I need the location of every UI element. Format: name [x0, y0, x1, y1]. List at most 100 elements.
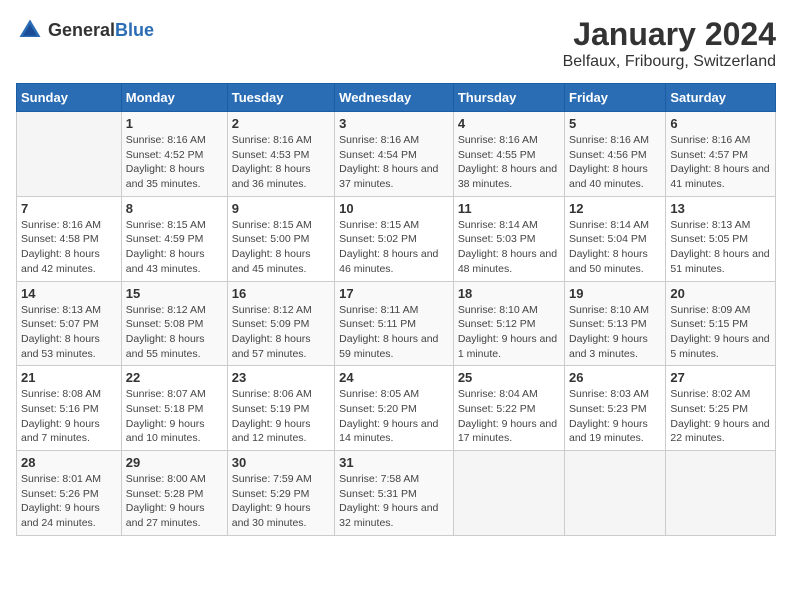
day-info: Sunrise: 8:15 AMSunset: 5:02 PMDaylight:… — [339, 218, 449, 277]
day-info: Sunrise: 8:04 AMSunset: 5:22 PMDaylight:… — [458, 387, 560, 446]
day-info: Sunrise: 8:13 AMSunset: 5:05 PMDaylight:… — [670, 218, 771, 277]
day-number: 12 — [569, 201, 661, 216]
day-info: Sunrise: 8:02 AMSunset: 5:25 PMDaylight:… — [670, 387, 771, 446]
day-number: 20 — [670, 286, 771, 301]
day-info: Sunrise: 8:00 AMSunset: 5:28 PMDaylight:… — [126, 472, 223, 531]
day-cell: 12 Sunrise: 8:14 AMSunset: 5:04 PMDayligh… — [565, 196, 666, 281]
day-cell: 17 Sunrise: 8:11 AMSunset: 5:11 PMDayligh… — [335, 281, 454, 366]
week-row-1: 1 Sunrise: 8:16 AMSunset: 4:52 PMDaylight… — [17, 112, 776, 197]
header-day-wednesday: Wednesday — [335, 84, 454, 112]
day-number: 27 — [670, 370, 771, 385]
day-cell: 4 Sunrise: 8:16 AMSunset: 4:55 PMDaylight… — [453, 112, 564, 197]
day-number: 16 — [232, 286, 330, 301]
day-cell: 30 Sunrise: 7:59 AMSunset: 5:29 PMDayligh… — [227, 451, 334, 536]
day-cell: 5 Sunrise: 8:16 AMSunset: 4:56 PMDaylight… — [565, 112, 666, 197]
day-cell: 16 Sunrise: 8:12 AMSunset: 5:09 PMDayligh… — [227, 281, 334, 366]
day-cell: 2 Sunrise: 8:16 AMSunset: 4:53 PMDaylight… — [227, 112, 334, 197]
day-info: Sunrise: 7:59 AMSunset: 5:29 PMDaylight:… — [232, 472, 330, 531]
day-info: Sunrise: 8:12 AMSunset: 5:09 PMDaylight:… — [232, 303, 330, 362]
day-cell: 26Sunrise: 8:03 AMSunset: 5:23 PMDayligh… — [565, 366, 666, 451]
day-cell: 3Sunrise: 8:16 AMSunset: 4:54 PMDaylight… — [335, 112, 454, 197]
day-cell — [453, 451, 564, 536]
logo: GeneralBlue — [16, 16, 154, 44]
day-number: 28 — [21, 455, 117, 470]
day-number: 24 — [339, 370, 449, 385]
day-number: 31 — [339, 455, 449, 470]
header-row: SundayMondayTuesdayWednesdayThursdayFrid… — [17, 84, 776, 112]
day-cell: 31 Sunrise: 7:58 AMSunset: 5:31 PMDayligh… — [335, 451, 454, 536]
day-number: 5 — [569, 116, 661, 131]
day-info: Sunrise: 8:07 AMSunset: 5:18 PMDaylight:… — [126, 387, 223, 446]
day-cell: 19 Sunrise: 8:10 AMSunset: 5:13 PMDayligh… — [565, 281, 666, 366]
week-row-5: 28 Sunrise: 8:01 AMSunset: 5:26 PMDayligh… — [17, 451, 776, 536]
page-header: GeneralBlue January 2024 Belfaux, Fribou… — [16, 16, 776, 71]
day-info: Sunrise: 8:12 AMSunset: 5:08 PMDaylight:… — [126, 303, 223, 362]
day-info: Sunrise: 8:16 AMSunset: 4:55 PMDaylight:… — [458, 133, 560, 192]
day-info: Sunrise: 8:05 AMSunset: 5:20 PMDaylight:… — [339, 387, 449, 446]
day-number: 21 — [21, 370, 117, 385]
day-info: Sunrise: 8:16 AMSunset: 4:53 PMDaylight:… — [232, 133, 330, 192]
day-number: 2 — [232, 116, 330, 131]
day-info: Sunrise: 8:08 AMSunset: 5:16 PMDaylight:… — [21, 387, 117, 446]
day-number: 30 — [232, 455, 330, 470]
day-cell: 1 Sunrise: 8:16 AMSunset: 4:52 PMDaylight… — [121, 112, 227, 197]
week-row-2: 7 Sunrise: 8:16 AMSunset: 4:58 PMDaylight… — [17, 196, 776, 281]
header-day-friday: Friday — [565, 84, 666, 112]
day-cell: 11Sunrise: 8:14 AMSunset: 5:03 PMDayligh… — [453, 196, 564, 281]
day-info: Sunrise: 8:10 AMSunset: 5:13 PMDaylight:… — [569, 303, 661, 362]
day-info: Sunrise: 8:16 AMSunset: 4:52 PMDaylight:… — [126, 133, 223, 192]
day-number: 17 — [339, 286, 449, 301]
day-info: Sunrise: 8:16 AMSunset: 4:58 PMDaylight:… — [21, 218, 117, 277]
day-cell: 20Sunrise: 8:09 AMSunset: 5:15 PMDayligh… — [666, 281, 776, 366]
day-cell — [666, 451, 776, 536]
calendar-table: SundayMondayTuesdayWednesdayThursdayFrid… — [16, 83, 776, 536]
day-cell: 8 Sunrise: 8:15 AMSunset: 4:59 PMDaylight… — [121, 196, 227, 281]
day-cell: 25Sunrise: 8:04 AMSunset: 5:22 PMDayligh… — [453, 366, 564, 451]
day-cell: 7 Sunrise: 8:16 AMSunset: 4:58 PMDaylight… — [17, 196, 122, 281]
day-cell: 29Sunrise: 8:00 AMSunset: 5:28 PMDayligh… — [121, 451, 227, 536]
day-info: Sunrise: 8:06 AMSunset: 5:19 PMDaylight:… — [232, 387, 330, 446]
day-cell — [17, 112, 122, 197]
day-info: Sunrise: 8:14 AMSunset: 5:04 PMDaylight:… — [569, 218, 661, 277]
day-cell: 28 Sunrise: 8:01 AMSunset: 5:26 PMDayligh… — [17, 451, 122, 536]
day-info: Sunrise: 8:01 AMSunset: 5:26 PMDaylight:… — [21, 472, 117, 531]
day-info: Sunrise: 7:58 AMSunset: 5:31 PMDaylight:… — [339, 472, 449, 531]
header-day-saturday: Saturday — [666, 84, 776, 112]
day-info: Sunrise: 8:10 AMSunset: 5:12 PMDaylight:… — [458, 303, 560, 362]
day-cell: 6Sunrise: 8:16 AMSunset: 4:57 PMDaylight… — [666, 112, 776, 197]
header-day-sunday: Sunday — [17, 84, 122, 112]
day-number: 10 — [339, 201, 449, 216]
day-cell: 15 Sunrise: 8:12 AMSunset: 5:08 PMDayligh… — [121, 281, 227, 366]
day-number: 8 — [126, 201, 223, 216]
calendar-title: January 2024 — [563, 16, 776, 53]
logo-icon — [16, 16, 44, 44]
day-number: 14 — [21, 286, 117, 301]
title-block: January 2024 Belfaux, Fribourg, Switzerl… — [563, 16, 776, 71]
day-cell: 14 Sunrise: 8:13 AMSunset: 5:07 PMDayligh… — [17, 281, 122, 366]
day-number: 18 — [458, 286, 560, 301]
day-cell: 22Sunrise: 8:07 AMSunset: 5:18 PMDayligh… — [121, 366, 227, 451]
calendar-subtitle: Belfaux, Fribourg, Switzerland — [563, 53, 776, 71]
day-number: 19 — [569, 286, 661, 301]
day-cell — [565, 451, 666, 536]
week-row-4: 21 Sunrise: 8:08 AMSunset: 5:16 PMDayligh… — [17, 366, 776, 451]
logo-text: GeneralBlue — [48, 20, 154, 41]
day-cell: 27 Sunrise: 8:02 AMSunset: 5:25 PMDayligh… — [666, 366, 776, 451]
header-day-thursday: Thursday — [453, 84, 564, 112]
day-number: 4 — [458, 116, 560, 131]
logo-general: General — [48, 20, 115, 40]
day-info: Sunrise: 8:13 AMSunset: 5:07 PMDaylight:… — [21, 303, 117, 362]
day-cell: 21 Sunrise: 8:08 AMSunset: 5:16 PMDayligh… — [17, 366, 122, 451]
day-info: Sunrise: 8:03 AMSunset: 5:23 PMDaylight:… — [569, 387, 661, 446]
day-cell: 18 Sunrise: 8:10 AMSunset: 5:12 PMDayligh… — [453, 281, 564, 366]
day-number: 15 — [126, 286, 223, 301]
day-number: 1 — [126, 116, 223, 131]
day-info: Sunrise: 8:11 AMSunset: 5:11 PMDaylight:… — [339, 303, 449, 362]
header-day-tuesday: Tuesday — [227, 84, 334, 112]
day-info: Sunrise: 8:15 AMSunset: 4:59 PMDaylight:… — [126, 218, 223, 277]
day-number: 23 — [232, 370, 330, 385]
day-info: Sunrise: 8:16 AMSunset: 4:56 PMDaylight:… — [569, 133, 661, 192]
day-number: 7 — [21, 201, 117, 216]
day-number: 11 — [458, 201, 560, 216]
day-cell: 13Sunrise: 8:13 AMSunset: 5:05 PMDayligh… — [666, 196, 776, 281]
